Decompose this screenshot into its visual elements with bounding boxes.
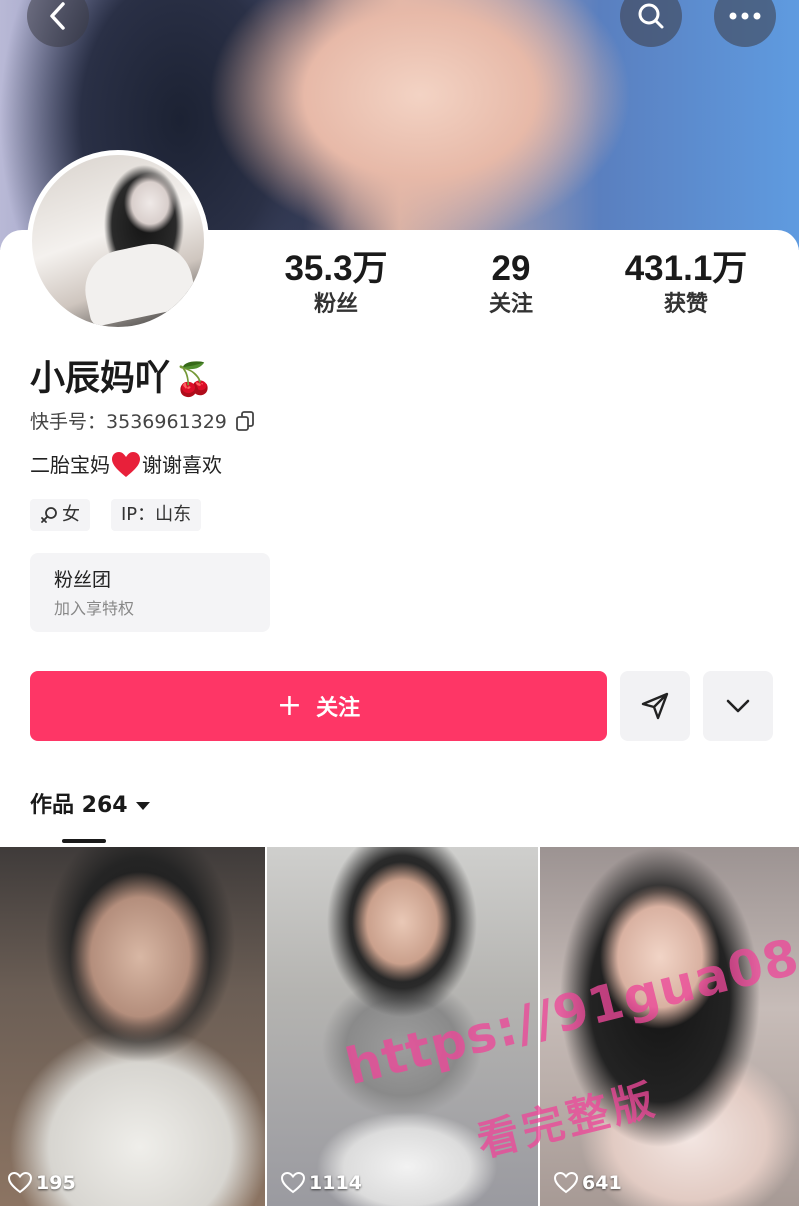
video-thumbnail[interactable]: 1114 [267, 847, 538, 1206]
profile-bio: 二胎宝妈 谢谢喜欢 [30, 450, 222, 480]
more-options-button[interactable] [703, 671, 773, 741]
share-icon [640, 691, 670, 721]
video-thumbnail[interactable]: 641 [540, 847, 799, 1206]
follow-button[interactable]: + 关注 [30, 671, 607, 741]
heart-outline-icon [8, 1172, 32, 1194]
user-id-value: 3536961329 [106, 411, 227, 433]
tab-works-label: 作品 264 [30, 793, 128, 818]
video-thumbnail[interactable]: 195 [0, 847, 265, 1206]
gender-label: 女 [62, 504, 80, 525]
back-arrow-icon [47, 1, 69, 31]
stat-label: 粉丝 [313, 292, 358, 317]
stat-likes[interactable]: 431.1万 获赞 [596, 250, 776, 320]
user-id: 快手号： 3536961329 [30, 408, 255, 436]
share-button[interactable] [620, 671, 690, 741]
stat-label: 获赞 [663, 292, 708, 317]
stat-followers[interactable]: 35.3万 粉丝 [246, 250, 426, 320]
bio-text-start: 二胎宝妈 [30, 453, 110, 477]
video-likes: 195 [8, 1172, 76, 1194]
heart-outline-icon [281, 1172, 305, 1194]
fan-club-card[interactable]: 粉丝团 加入享特权 [30, 553, 270, 632]
ip-label: IP：山东 [121, 504, 192, 525]
stat-following[interactable]: 29 关注 [421, 250, 601, 320]
fan-club-title: 粉丝团 [54, 569, 112, 591]
dropdown-caret-icon [135, 802, 150, 810]
bio-text-end: 谢谢喜欢 [142, 453, 222, 477]
video-likes: 641 [554, 1172, 622, 1194]
video-likes: 1114 [281, 1172, 362, 1194]
tab-underline [62, 839, 106, 843]
female-icon [40, 506, 58, 524]
video-likes-count: 641 [582, 1172, 622, 1194]
search-icon [636, 1, 666, 31]
avatar[interactable] [27, 150, 209, 332]
profile-name: 小辰妈吖 🍒 [30, 355, 214, 403]
chevron-down-icon [725, 698, 751, 714]
cherry-emoji: 🍒 [174, 360, 214, 398]
gender-tag: 女 [30, 499, 90, 531]
video-likes-count: 1114 [309, 1172, 362, 1194]
stat-value: 35.3万 [284, 249, 388, 288]
stat-label: 关注 [488, 292, 533, 317]
heart-icon [112, 452, 140, 478]
plus-icon: + [276, 688, 303, 723]
heart-outline-icon [554, 1172, 578, 1194]
ip-tag: IP：山东 [111, 499, 202, 531]
tab-works[interactable]: 作品 264 [30, 790, 150, 822]
stat-value: 29 [491, 249, 531, 288]
fan-club-subtitle: 加入享特权 [54, 599, 135, 618]
follow-button-label: 关注 [316, 696, 361, 721]
more-icon [728, 11, 762, 21]
user-id-label: 快手号： [30, 411, 107, 433]
copy-icon[interactable] [235, 411, 255, 433]
stat-value: 431.1万 [624, 249, 748, 288]
video-likes-count: 195 [36, 1172, 76, 1194]
profile-name-text: 小辰妈吖 [30, 359, 171, 399]
